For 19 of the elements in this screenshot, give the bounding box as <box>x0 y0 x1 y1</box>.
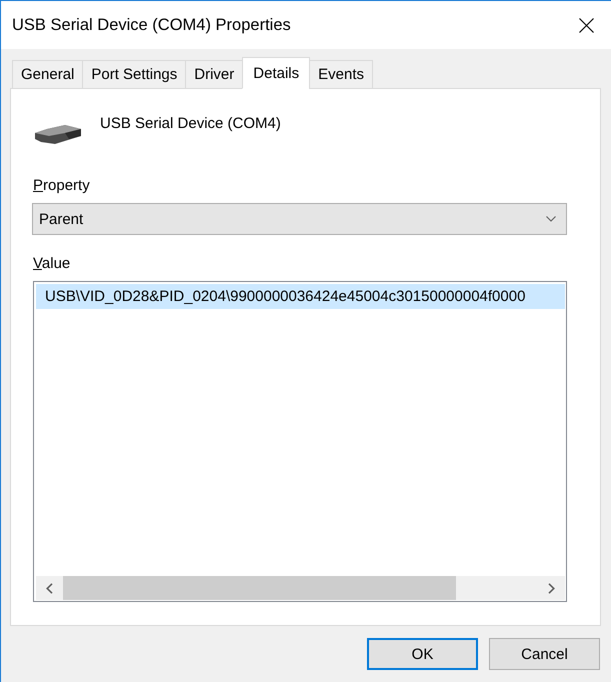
tab[interactable]: Events <box>309 60 373 89</box>
property-dropdown[interactable]: Parent <box>32 203 567 235</box>
device-name: USB Serial Device (COM4) <box>100 114 281 134</box>
tab[interactable]: Details <box>242 57 310 89</box>
value-list[interactable]: USB\VID_0D28&PID_0204\9900000036424e45004c30150000004f0000 <box>33 281 567 602</box>
chevron-left-icon[interactable] <box>46 582 53 594</box>
window-title: USB Serial Device (COM4) Properties <box>12 16 292 34</box>
chevron-down-icon <box>546 216 556 222</box>
chevron-right-icon[interactable] <box>548 582 555 594</box>
horizontal-scrollbar[interactable] <box>36 576 565 600</box>
dialog-button[interactable]: OK <box>367 638 478 670</box>
close-icon <box>578 18 594 32</box>
property-label: Property <box>32 176 91 196</box>
dialog-button[interactable]: Cancel <box>489 638 600 670</box>
scrollbar-thumb[interactable] <box>63 576 456 600</box>
list-item[interactable]: USB\VID_0D28&PID_0204\9900000036424e45004c30150000004f0000 <box>36 284 565 309</box>
tab[interactable]: General <box>12 60 84 89</box>
value-label: Value <box>32 254 72 274</box>
connector-icon <box>35 124 81 144</box>
